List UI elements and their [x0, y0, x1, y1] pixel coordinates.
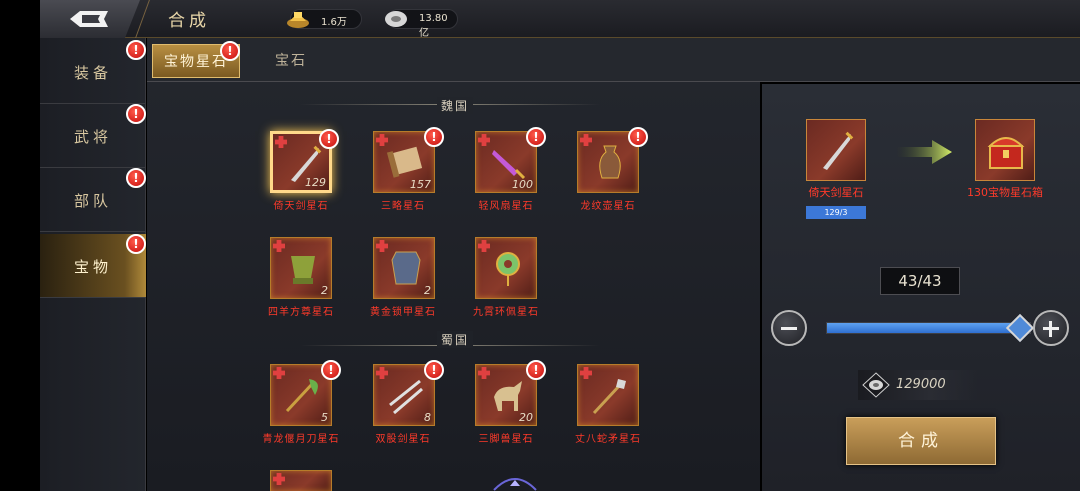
- scroll-up-arrow-icon[interactable]: [490, 460, 540, 491]
- slider-fill: [827, 323, 1017, 333]
- item-count: 2: [321, 284, 328, 297]
- arrow-right-icon: [896, 140, 952, 164]
- fan-icon: [492, 150, 526, 180]
- silver-coin-icon: [385, 11, 407, 27]
- alert-badge: !: [319, 129, 339, 149]
- tab-bar: 宝物星石 宝石: [147, 38, 1080, 82]
- back-button[interactable]: [40, 0, 140, 38]
- decrease-button[interactable]: [771, 310, 807, 346]
- jade-pendant-icon: [496, 252, 520, 286]
- item-slot[interactable]: 100 !: [475, 127, 546, 193]
- armor-icon: [391, 251, 421, 285]
- alert-badge: !: [424, 360, 444, 380]
- spear-icon: [592, 379, 626, 415]
- cauldron-icon: [291, 256, 315, 284]
- quantity-slider[interactable]: [826, 322, 1031, 334]
- alert-badge: !: [126, 234, 146, 254]
- fragment-icon: [273, 473, 285, 485]
- item-slot[interactable]: 20 !: [475, 360, 546, 426]
- item-slot[interactable]: [270, 470, 332, 491]
- item-count: 2: [424, 284, 431, 297]
- item-name: 四羊方尊星石: [268, 307, 334, 318]
- item-name: 青龙偃月刀星石: [262, 434, 340, 445]
- item-slot[interactable]: !: [577, 127, 648, 193]
- item-count: 5: [321, 411, 328, 424]
- item-name: 双股剑星石: [375, 434, 431, 445]
- back-arrow-icon: [70, 11, 108, 27]
- synthesize-button[interactable]: 合成: [846, 417, 996, 465]
- item-name: 轻风扇星石: [478, 201, 534, 212]
- tab-gems[interactable]: 宝石: [247, 44, 335, 78]
- item-slot[interactable]: 8 !: [373, 360, 444, 426]
- gold-ingot-icon: [287, 12, 309, 28]
- item-slot[interactable]: 5 !: [270, 360, 341, 426]
- result-item-slot[interactable]: [975, 119, 1035, 181]
- cost-amount: 129000: [896, 377, 946, 392]
- alert-badge: !: [220, 41, 240, 61]
- item-name: 倚天剑星石: [273, 201, 329, 212]
- alert-badge: !: [424, 127, 444, 147]
- item-name: 黄金锁甲星石: [370, 307, 436, 318]
- alert-badge: !: [526, 127, 546, 147]
- sidebar-item-label: 武将: [73, 128, 112, 146]
- sidebar-item-label: 宝物: [73, 258, 112, 276]
- gold-amount: 1.6万: [321, 17, 347, 28]
- item-slot[interactable]: [577, 364, 639, 426]
- item-slot[interactable]: 2: [373, 237, 435, 299]
- item-count: 129: [305, 176, 326, 189]
- left-edge: [0, 0, 40, 491]
- scroll-icon: [386, 146, 423, 178]
- item-name: 三略星石: [381, 201, 425, 212]
- item-slot[interactable]: 129 !: [270, 129, 339, 193]
- alert-badge: !: [126, 40, 146, 60]
- alert-badge: !: [126, 168, 146, 188]
- vase-icon: [599, 145, 621, 179]
- source-item-name: 倚天剑星石: [808, 186, 864, 199]
- alert-badge: !: [526, 360, 546, 380]
- silver-currency: 13.80亿: [385, 9, 458, 39]
- item-name: 九霄环佩星石: [473, 307, 539, 318]
- minus-icon: [781, 327, 797, 330]
- gold-currency: 1.6万: [287, 9, 362, 29]
- silver-amount: 13.80亿: [419, 13, 448, 39]
- result-item-name: 130宝物星石箱: [967, 186, 1043, 199]
- cost-display: 129000: [858, 370, 978, 400]
- item-name: 丈八蛇矛星石: [575, 434, 641, 445]
- alert-badge: !: [321, 360, 341, 380]
- item-slot[interactable]: 157 !: [373, 127, 444, 193]
- sword-icon: [823, 131, 854, 170]
- twin-swords-icon: [389, 379, 423, 415]
- item-count: 157: [410, 178, 431, 191]
- sidebar-item-label: 部队: [73, 192, 112, 210]
- item-count: 100: [512, 178, 533, 191]
- page-title: 合成: [168, 11, 210, 31]
- increase-button[interactable]: [1033, 310, 1069, 346]
- item-count: 8: [424, 411, 431, 424]
- alert-badge: !: [628, 127, 648, 147]
- section-title: 蜀国: [437, 331, 474, 348]
- item-slot[interactable]: [475, 237, 537, 299]
- glaive-icon: [285, 379, 318, 413]
- item-slot[interactable]: 2: [270, 237, 332, 299]
- sidebar-item-label: 装备: [73, 64, 112, 82]
- treasure-chest-icon: [987, 137, 1025, 169]
- silver-coin-icon: [862, 372, 890, 398]
- source-item-slot[interactable]: [806, 119, 866, 181]
- item-name: 三脚兽星石: [478, 434, 534, 445]
- horse-icon: [494, 381, 522, 411]
- section-title: 魏国: [437, 97, 474, 114]
- item-count: 20: [519, 411, 533, 424]
- alert-badge: !: [126, 104, 146, 124]
- quantity-display: 43/43: [880, 267, 960, 295]
- source-progress: 129/3: [806, 206, 866, 219]
- item-name: 龙纹壶星石: [580, 201, 636, 212]
